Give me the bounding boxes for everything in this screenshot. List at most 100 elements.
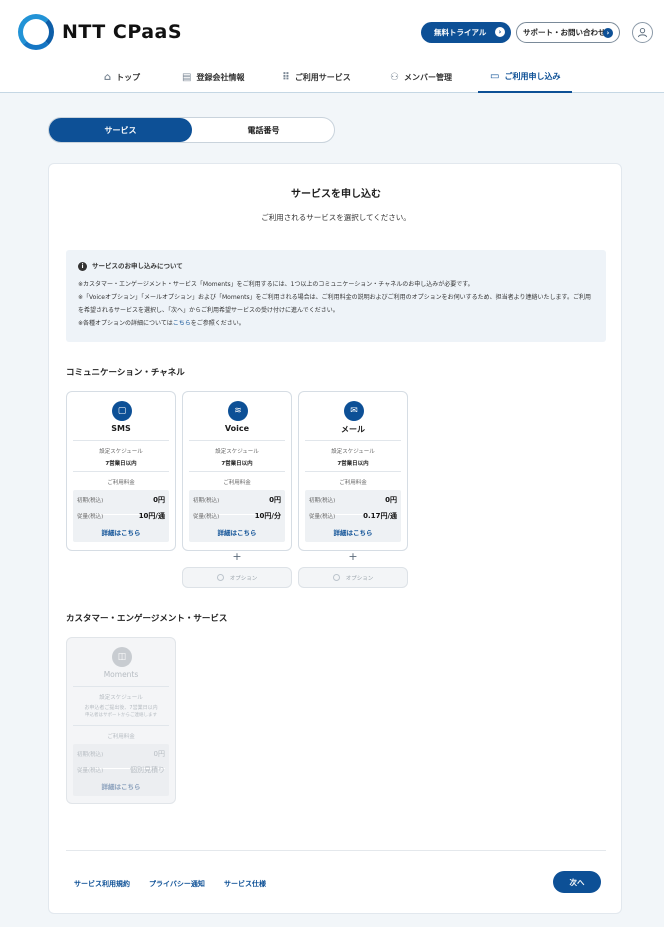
service-spec-link[interactable]: サービス仕様 <box>224 879 266 889</box>
schedule-value: 7営業日以内 <box>337 461 369 467</box>
schedule-label: 設定スケジュール <box>215 449 259 455</box>
free-trial-button[interactable]: 無料トライアル › <box>421 22 511 43</box>
notice-line-3: ※各種オプションの詳細についてはこちらをご参照ください。 <box>78 317 594 330</box>
price-row-usage: 従量(税込) 個別見積り <box>77 765 165 775</box>
divider <box>189 440 285 441</box>
mail-option-toggle[interactable]: オプション <box>298 567 408 588</box>
initial-label: 初期(税込) <box>193 498 220 504</box>
notice-title-text: サービスのお申し込みについて <box>92 262 183 270</box>
tab-service[interactable]: サービス <box>49 118 192 142</box>
divider <box>73 471 169 472</box>
page-subtitle: ご利用されるサービスを選択してください。 <box>261 213 411 222</box>
usage-value: 10円/通 <box>138 512 165 520</box>
nav-item-services[interactable]: ⠿ ご利用サービス <box>282 62 351 93</box>
details-link[interactable]: 詳細はこちら <box>73 781 169 791</box>
arrow-right-icon: › <box>495 27 505 37</box>
initial-label: 初期(税込) <box>309 498 336 504</box>
usage-value: 個別見積り <box>130 766 165 774</box>
document-icon: ▤ <box>182 72 192 83</box>
fee-label: ご利用料金 <box>339 480 367 486</box>
schedule-label: 設定スケジュール <box>331 449 375 455</box>
nav-item-label: メンバー管理 <box>403 73 452 82</box>
next-button[interactable]: 次へ <box>553 871 601 893</box>
support-contact-label: サポート・お問い合わせ <box>523 28 606 37</box>
notice-line-3-suffix: をご参照ください。 <box>190 320 245 327</box>
service-name: SMS <box>111 424 131 433</box>
header: NTT CPaaS 無料トライアル › サポート・お問い合わせ › ⌂ トップ … <box>0 0 664 93</box>
service-name: メール <box>341 425 365 434</box>
user-account-icon[interactable] <box>632 22 653 43</box>
price-table: 初期(税込) 0円 従量(税込) 個別見積り 詳細はこちら <box>73 744 169 796</box>
logo-text: NTT CPaaS <box>62 21 183 43</box>
divider <box>73 725 169 726</box>
terms-link[interactable]: サービス利用規約 <box>74 879 130 889</box>
price-table: 初期(税込) 0円 従量(税込) 10円/分 詳細はこちら <box>189 490 285 542</box>
nav-item-label: ご利用申し込み <box>504 72 561 81</box>
plus-icon: + <box>232 550 242 563</box>
message-icon: ▢ <box>112 401 132 421</box>
option-label: オプション <box>229 575 258 582</box>
page-title: サービスを申し込む <box>291 189 381 200</box>
fee-label: ご利用料金 <box>223 480 251 486</box>
notice-line-1: ※カスタマー・エンゲージメント・サービス「Moments」をご利用するには、1つ… <box>78 281 474 288</box>
info-icon: i <box>78 262 87 271</box>
schedule-value: 7営業日以内 <box>105 461 137 467</box>
usage-label: 従量(税込) <box>77 768 104 774</box>
initial-value: 0円 <box>385 496 397 504</box>
channels-section-title: コミュニケーション・チャネル <box>66 368 185 378</box>
details-link[interactable]: 詳細はこちら <box>73 527 169 537</box>
service-card-sms[interactable]: ▢ SMS 設定スケジュール 7営業日以内 ご利用料金 初期(税込) 0円 従量… <box>66 391 176 551</box>
arrow-right-icon: › <box>603 28 613 38</box>
engagement-section-title: カスタマー・エンゲージメント・サービス <box>66 614 228 624</box>
nav-item-company-info[interactable]: ▤ 登録会社情報 <box>182 62 244 93</box>
application-icon: ▭ <box>490 71 500 82</box>
usage-label: 従量(税込) <box>309 514 336 520</box>
nav-item-members[interactable]: ⚇ メンバー管理 <box>390 62 452 93</box>
service-card-voice[interactable]: ≋ Voice 設定スケジュール 7営業日以内 ご利用料金 初期(税込) 0円 … <box>182 391 292 551</box>
service-card-mail[interactable]: ✉ メール 設定スケジュール 7営業日以内 ご利用料金 初期(税込) 0円 従量… <box>298 391 408 551</box>
main-nav: ⌂ トップ ▤ 登録会社情報 ⠿ ご利用サービス ⚇ メンバー管理 ▭ ご利用申… <box>0 62 664 93</box>
price-row-initial: 初期(税込) 0円 <box>193 495 281 505</box>
application-card: サービスを申し込む ご利用されるサービスを選択してください。 i サービスのお申… <box>48 163 622 914</box>
members-icon: ⚇ <box>390 72 399 83</box>
initial-value: 0円 <box>269 496 281 504</box>
free-trial-label: 無料トライアル <box>434 28 487 37</box>
privacy-link[interactable]: プライバシー通知 <box>149 879 205 889</box>
notice-line-2: ※「Voiceオプション」「メールオプション」および「Moments」をご利用さ… <box>78 294 591 314</box>
notice-line-3-prefix: ※各種オプションの詳細については <box>78 320 173 327</box>
divider <box>189 471 285 472</box>
home-icon: ⌂ <box>104 72 112 83</box>
nav-item-label: 登録会社情報 <box>196 73 245 82</box>
logo[interactable]: NTT CPaaS <box>18 14 182 50</box>
nav-item-top[interactable]: ⌂ トップ <box>104 62 140 93</box>
service-name: Voice <box>224 424 250 433</box>
initial-label: 初期(税込) <box>77 498 104 504</box>
schedule-note: 申込者はサポートからご連絡します <box>85 713 157 718</box>
schedule-value: 7営業日以内 <box>221 461 253 467</box>
price-table: 初期(税込) 0円 従量(税込) 10円/通 詳細はこちら <box>73 490 169 542</box>
schedule-value: お申込者ご提出後、7営業日以内 <box>84 705 158 711</box>
options-detail-link[interactable]: こちら <box>173 320 191 327</box>
initial-value: 0円 <box>153 750 165 758</box>
usage-value: 10円/分 <box>254 512 281 520</box>
service-phone-toggle: サービス 電話番号 <box>48 117 335 143</box>
service-card-moments: ◫ Moments 設定スケジュール お申込者ご提出後、7営業日以内 申込者はサ… <box>66 637 176 804</box>
grid-icon: ⠿ <box>282 72 290 83</box>
notice-box: i サービスのお申し込みについて ※カスタマー・エンゲージメント・サービス「Mo… <box>66 250 606 342</box>
details-link[interactable]: 詳細はこちら <box>189 527 285 537</box>
tab-phone-number[interactable]: 電話番号 <box>192 118 335 142</box>
price-row-usage: 従量(税込) 10円/分 <box>193 511 281 521</box>
price-row-usage: 従量(税込) 0.17円/通 <box>309 511 397 521</box>
radio-icon <box>332 574 340 581</box>
nav-item-application[interactable]: ▭ ご利用申し込み <box>478 62 573 93</box>
schedule-label: 設定スケジュール <box>99 449 143 455</box>
usage-label: 従量(税込) <box>193 514 220 520</box>
support-contact-button[interactable]: サポート・お問い合わせ › <box>516 22 620 43</box>
voice-icon: ≋ <box>228 401 248 421</box>
voice-option-toggle[interactable]: オプション <box>182 567 292 588</box>
divider <box>73 440 169 441</box>
divider <box>73 686 169 687</box>
details-link[interactable]: 詳細はこちら <box>305 527 401 537</box>
initial-value: 0円 <box>153 496 165 504</box>
plus-icon: + <box>348 550 358 563</box>
